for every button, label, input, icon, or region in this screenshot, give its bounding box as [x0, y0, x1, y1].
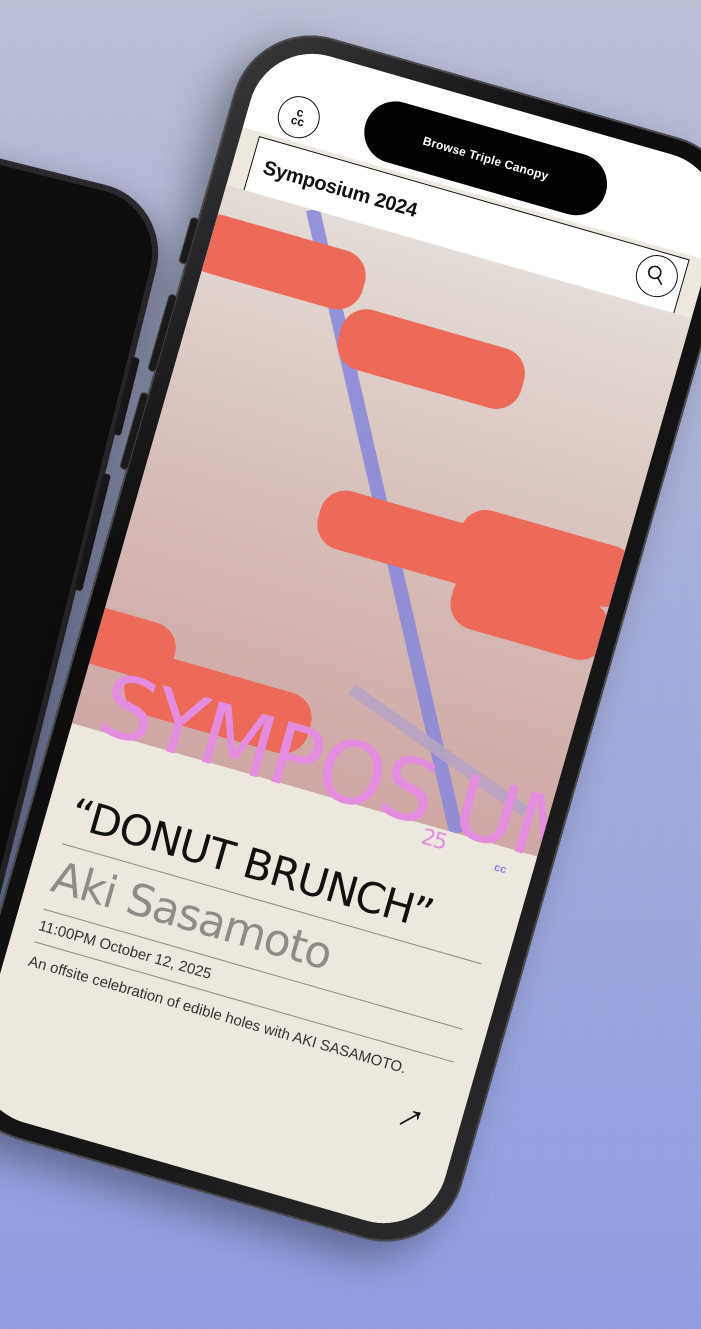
open-event-arrow-icon[interactable]: → [379, 1084, 436, 1143]
logo-glyph-bottom: cc [289, 112, 307, 130]
cc-mark-icon: cc [492, 861, 508, 877]
search-icon [648, 265, 663, 286]
site-logo[interactable]: c cc [272, 91, 325, 144]
island-label: Browse Triple Canopy [421, 133, 551, 183]
